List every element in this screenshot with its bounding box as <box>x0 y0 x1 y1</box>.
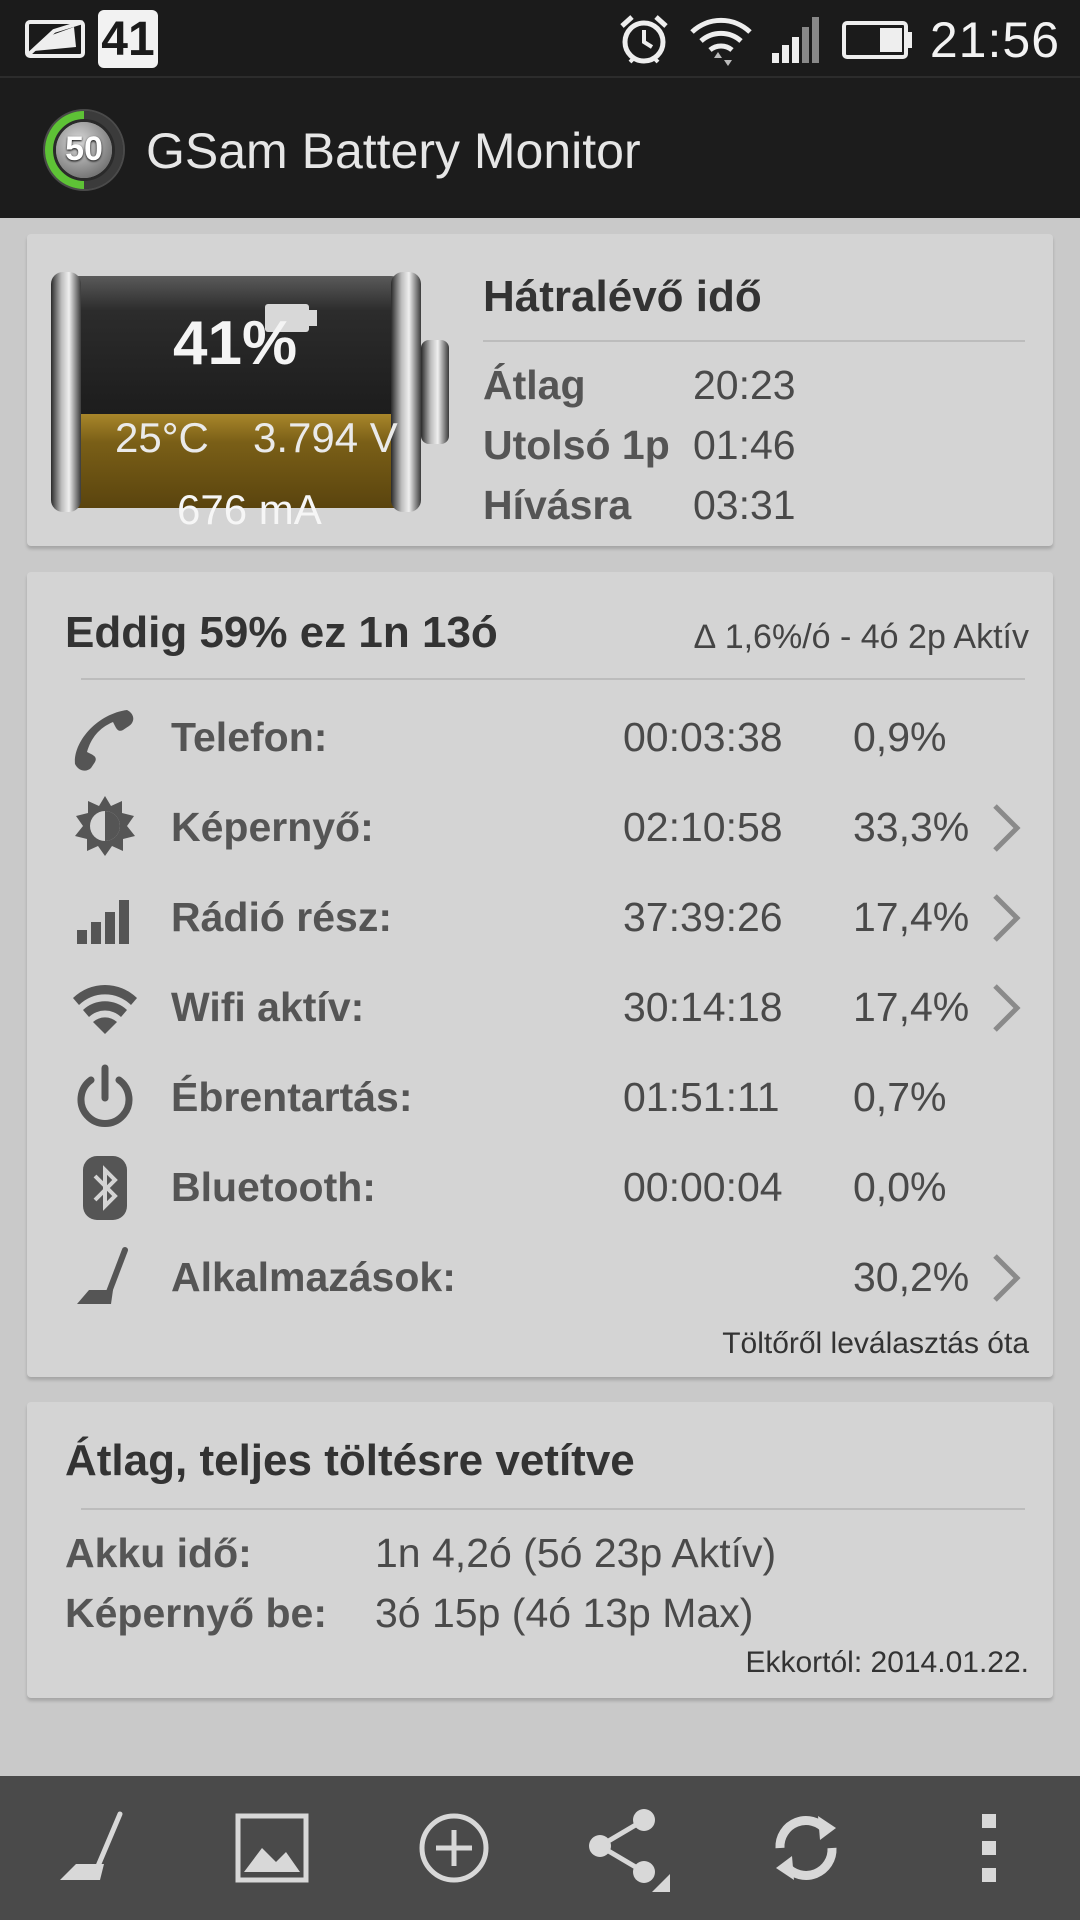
remaining-label: Átlag <box>483 362 586 408</box>
divider <box>81 678 1025 680</box>
battery-cylinder-icon <box>51 272 449 512</box>
overflow-menu-button[interactable] <box>944 1802 1036 1894</box>
projection-value: 3ó 15p (4ó 13p Max) <box>375 1590 754 1636</box>
usage-time: 01:51:11 <box>623 1074 780 1120</box>
screenshot-button[interactable] <box>226 1802 318 1894</box>
projection-label: Képernyő be: <box>65 1590 327 1636</box>
usage-time: 30:14:18 <box>623 984 783 1030</box>
usage-label: Telefon: <box>171 714 328 760</box>
usage-time: 37:39:26 <box>623 894 783 940</box>
battery-voltage: 3.794 V <box>253 414 398 461</box>
screen-brightness-icon <box>75 796 135 856</box>
remaining-label: Hívásra <box>483 482 632 528</box>
refresh-icon <box>775 1816 837 1880</box>
apps-broom-icon <box>77 1247 128 1304</box>
usage-label: Alkalmazások: <box>171 1254 456 1300</box>
usage-row-apps[interactable]: Alkalmazások: 30,2% <box>27 1238 1053 1318</box>
projection-title: Átlag, teljes töltésre vetítve <box>65 1436 635 1485</box>
signal-bars-icon <box>77 900 129 944</box>
app-logo[interactable]: 50 <box>40 106 128 194</box>
usage-label: Wifi aktív: <box>171 984 365 1030</box>
usage-time: 02:10:58 <box>623 804 783 850</box>
usage-percent: 30,2% <box>853 1254 970 1300</box>
wifi-status-icon <box>690 17 752 66</box>
usage-card: Eddig 59% ez 1n 13ó ∆ 1,6%/ó - 4ó 2p Akt… <box>27 572 1053 1377</box>
envelope-icon <box>25 20 85 58</box>
usage-percent: 0,9% <box>853 714 947 760</box>
remaining-value: 03:31 <box>693 482 796 528</box>
app-title: GSam Battery Monitor <box>146 123 641 179</box>
divider <box>81 1508 1025 1510</box>
projection-label: Akku idő: <box>65 1530 252 1576</box>
projection-value: 1n 4,2ó (5ó 23p Aktív) <box>375 1530 777 1576</box>
share-icon <box>589 1809 670 1892</box>
status-bar: 41 21:56 <box>0 0 1080 76</box>
battery-percent: 41% <box>173 309 298 378</box>
add-circle-icon <box>419 1813 489 1883</box>
image-icon <box>235 1813 309 1883</box>
add-button[interactable] <box>408 1802 500 1894</box>
usage-label: Bluetooth: <box>171 1164 376 1210</box>
usage-time: 00:00:04 <box>623 1164 783 1210</box>
remaining-value: 01:46 <box>693 422 796 468</box>
action-bar: 50 GSam Battery Monitor <box>0 76 1080 218</box>
usage-percent: 0,0% <box>853 1164 947 1210</box>
usage-label: Képernyő: <box>171 804 374 850</box>
divider <box>483 340 1025 342</box>
usage-percent: 0,7% <box>853 1074 947 1120</box>
usage-label: Rádió rész: <box>171 894 392 940</box>
usage-time: 00:03:38 <box>623 714 783 760</box>
usage-row-wifi[interactable]: Wifi aktív: 30:14:18 17,4% <box>27 968 1053 1048</box>
apps-button[interactable] <box>48 1802 140 1894</box>
chevron-right-icon[interactable] <box>989 1252 1023 1304</box>
app-icon-badge: 50 <box>65 130 103 168</box>
clock-time: 21:56 <box>929 12 1060 68</box>
usage-delta: ∆ 1,6%/ó - 4ó 2p Aktív <box>694 618 1029 656</box>
battery-graphic: 41% 25°C 3.794 V 676 mA <box>45 264 465 533</box>
usage-percent: 33,3% <box>853 804 970 850</box>
usage-row-bluetooth: Bluetooth: 00:00:04 0,0% <box>27 1148 1053 1228</box>
chevron-right-icon[interactable] <box>989 982 1023 1034</box>
battery-current: 676 mA <box>177 486 322 533</box>
battery-temperature: 25°C <box>115 414 209 461</box>
usage-row-radio[interactable]: Rádió rész: 37:39:26 17,4% <box>27 878 1053 958</box>
bluetooth-icon <box>83 1156 127 1220</box>
remaining-label: Utolsó 1p <box>483 422 670 468</box>
battery-summary-card[interactable]: 41% 25°C 3.794 V 676 mA Hátralévő idő Át… <box>27 234 1053 546</box>
projection-footer: Ekkortól: 2014.01.22. <box>745 1646 1029 1679</box>
bottom-toolbar <box>0 1776 1080 1920</box>
projection-card: Átlag, teljes töltésre vetítve Akku idő:… <box>27 1402 1053 1698</box>
battery-status-icon <box>841 21 912 59</box>
power-icon <box>77 1064 133 1127</box>
usage-label: Ébrentartás: <box>171 1074 413 1120</box>
refresh-button[interactable] <box>760 1802 852 1894</box>
cell-signal-icon <box>771 17 819 63</box>
usage-footer: Töltőről leválasztás óta <box>722 1327 1029 1360</box>
overflow-menu-icon <box>982 1814 996 1882</box>
remaining-value: 20:23 <box>693 362 796 408</box>
chevron-right-icon[interactable] <box>989 892 1023 944</box>
share-button[interactable] <box>580 1802 672 1894</box>
remaining-time-title: Hátralévő idő <box>483 272 762 321</box>
chevron-right-icon[interactable] <box>989 802 1023 854</box>
usage-percent: 17,4% <box>853 984 970 1030</box>
usage-row-phone: Telefon: 00:03:38 0,9% <box>27 698 1053 778</box>
usage-title: Eddig 59% ez 1n 13ó <box>65 608 498 657</box>
phone-icon <box>74 710 134 771</box>
usage-row-wakelock: Ébrentartás: 01:51:11 0,7% <box>27 1058 1053 1138</box>
alarm-clock-icon <box>620 15 668 64</box>
notification-count-badge: 41 <box>98 10 158 68</box>
usage-percent: 17,4% <box>853 894 970 940</box>
wifi-icon <box>73 985 137 1034</box>
usage-row-screen[interactable]: Képernyő: 02:10:58 33,3% <box>27 788 1053 868</box>
apps-broom-icon <box>60 1811 123 1880</box>
